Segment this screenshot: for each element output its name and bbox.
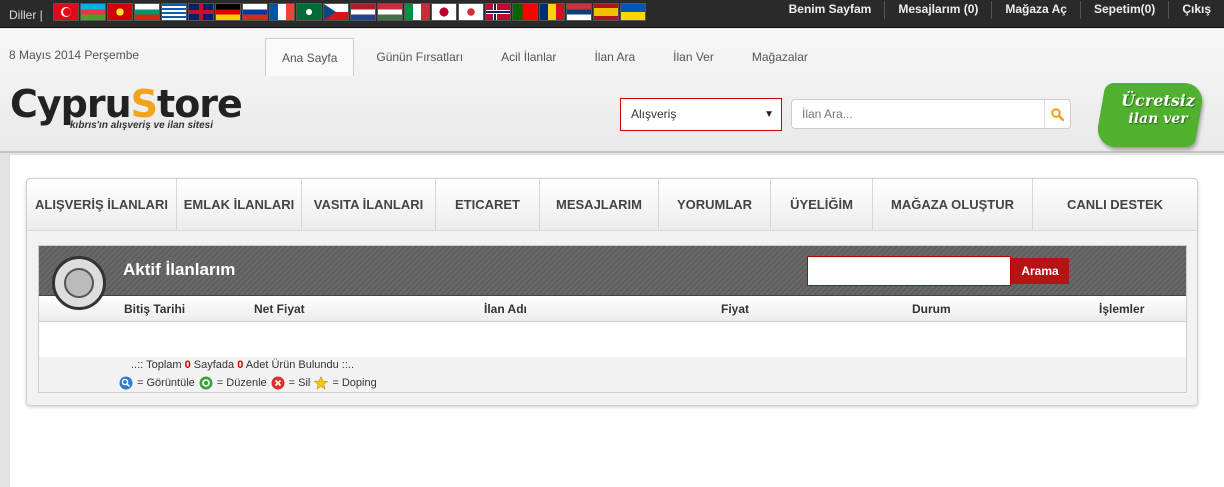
- free-listing-badge[interactable]: Ücretsiz ilan ver: [1094, 75, 1206, 151]
- nav-live-support[interactable]: CANLI DESTEK: [1033, 179, 1197, 231]
- header-tabs: Ana Sayfa Günün Fırsatları Acil İlanlar …: [265, 38, 830, 76]
- flag-cz-icon[interactable]: [323, 3, 349, 21]
- cart-link[interactable]: Sepetim(0): [1079, 1, 1168, 19]
- listing-footer: ..:: Toplam 0 Sayfada 0 Adet Ürün Bulund…: [39, 357, 1186, 392]
- flag-no-icon[interactable]: [485, 3, 511, 21]
- search-icon: [1051, 107, 1064, 121]
- flag-mk-icon[interactable]: [107, 3, 133, 21]
- flag-jp-icon[interactable]: [431, 3, 457, 21]
- messages-link[interactable]: Mesajlarım (0): [884, 1, 991, 19]
- header: 8 Mayıs 2014 Perşembe Ana Sayfa Günün Fı…: [0, 29, 1224, 153]
- legend-delete: = Sil: [288, 377, 311, 389]
- table-header: Bitiş Tarihi Net Fiyat İlan Adı Fiyat Du…: [39, 296, 1186, 322]
- badge-line1: Ücretsiz: [1121, 91, 1195, 110]
- nav-messages[interactable]: MESAJLARIM: [540, 179, 659, 231]
- logout-link[interactable]: Çıkış: [1168, 1, 1224, 19]
- flag-bg-icon[interactable]: [134, 3, 160, 21]
- top-nav: Benim Sayfam Mesajlarım (0) Mağaza Aç Se…: [776, 0, 1224, 28]
- tab-home[interactable]: Ana Sayfa: [265, 38, 355, 76]
- delete-icon: [271, 376, 285, 390]
- flag-pt-icon[interactable]: [512, 3, 538, 21]
- chevron-down-icon: ▼: [764, 109, 774, 120]
- flag-it-icon[interactable]: [404, 3, 430, 21]
- legend-view: = Görüntüle: [137, 377, 195, 389]
- flag-ro-icon[interactable]: [539, 3, 565, 21]
- flag-gb-icon[interactable]: [188, 3, 214, 21]
- main-nav: ALIŞVERİŞ İLANLARI EMLAK İLANLARI VASITA…: [27, 179, 1197, 231]
- active-listings-box: Aktif İlanlarım Arama Bitiş Tarihi Net F…: [38, 245, 1187, 393]
- flag-nl-icon[interactable]: [350, 3, 376, 21]
- legend-doping: = Doping: [332, 377, 377, 389]
- col-listing-name[interactable]: İlan Adı: [484, 302, 527, 316]
- nav-create-store[interactable]: MAĞAZA OLUŞTUR: [873, 179, 1033, 231]
- nav-reviews[interactable]: YORUMLAR: [659, 179, 771, 231]
- tab-urgent-listings[interactable]: Acil İlanlar: [485, 38, 572, 76]
- table-empty-row: [39, 323, 1186, 357]
- site-logo[interactable]: CypruStore kıbrıs'ın alışveriş ve ilan s…: [10, 85, 250, 137]
- flag-ru-icon[interactable]: [242, 3, 268, 21]
- nav-vehicle-listings[interactable]: VASITA İLANLARI: [302, 179, 436, 231]
- flag-hu-icon[interactable]: [377, 3, 403, 21]
- languages-label: Diller |: [9, 8, 43, 22]
- category-select-value: Alışveriş: [631, 107, 677, 121]
- tab-stores[interactable]: Mağazalar: [736, 38, 824, 76]
- doping-star-icon: [314, 376, 329, 390]
- category-select[interactable]: Alışveriş ▼: [620, 98, 782, 131]
- edit-icon: [199, 376, 213, 390]
- tab-daily-deals[interactable]: Günün Fırsatları: [360, 38, 479, 76]
- flag-tr-icon[interactable]: [53, 3, 79, 21]
- language-flags: [53, 3, 646, 21]
- listing-title: Aktif İlanlarım: [123, 260, 236, 279]
- flag-gr-icon[interactable]: [161, 3, 187, 21]
- action-legend: = Görüntüle = Düzenle = Sil = Doping: [119, 376, 377, 390]
- logo-wordmark: CypruStore: [10, 82, 243, 126]
- top-bar: Diller | Benim Sayfam Mesajlarım (0) Mağ…: [0, 0, 1224, 28]
- col-price[interactable]: Fiyat: [721, 302, 749, 316]
- flag-es-icon[interactable]: [593, 3, 619, 21]
- flag-sa-icon[interactable]: [296, 3, 322, 21]
- flag-de-icon[interactable]: [215, 3, 241, 21]
- logo-tagline: kıbrıs'ın alışveriş ve ilan sitesi: [70, 120, 214, 131]
- flag-kr-icon[interactable]: [458, 3, 484, 21]
- badge-line2: ilan ver: [1128, 111, 1188, 127]
- nav-real-estate-listings[interactable]: EMLAK İLANLARI: [177, 179, 302, 231]
- flag-fr-icon[interactable]: [269, 3, 295, 21]
- view-icon: [119, 376, 133, 390]
- nav-shopping-listings[interactable]: ALIŞVERİŞ İLANLARI: [27, 179, 177, 231]
- camera-aperture-icon: [52, 256, 106, 310]
- listing-search-input[interactable]: [807, 256, 1011, 286]
- open-store-link[interactable]: Mağaza Aç: [991, 1, 1080, 19]
- listing-search-button[interactable]: Arama: [1011, 258, 1069, 284]
- col-end-date[interactable]: Bitiş Tarihi: [124, 302, 185, 316]
- current-date: 8 Mayıs 2014 Perşembe: [9, 48, 140, 62]
- col-status[interactable]: Durum: [912, 302, 951, 316]
- flag-ua-icon[interactable]: [620, 3, 646, 21]
- my-page-link[interactable]: Benim Sayfam: [776, 1, 885, 19]
- content-area: ALIŞVERİŞ İLANLARI EMLAK İLANLARI VASITA…: [9, 155, 1224, 487]
- search-input[interactable]: [792, 100, 1032, 128]
- result-summary: ..:: Toplam 0 Sayfada 0 Adet Ürün Bulund…: [131, 359, 355, 371]
- tab-search-listing[interactable]: İlan Ara: [578, 38, 651, 76]
- main-panel: ALIŞVERİŞ İLANLARI EMLAK İLANLARI VASITA…: [26, 178, 1198, 406]
- legend-edit: = Düzenle: [216, 377, 267, 389]
- flag-rs-icon[interactable]: [566, 3, 592, 21]
- tab-post-listing[interactable]: İlan Ver: [657, 38, 730, 76]
- search-button[interactable]: [1044, 100, 1070, 128]
- nav-membership[interactable]: ÜYELİĞİM: [771, 179, 873, 231]
- col-net-price[interactable]: Net Fiyat: [254, 302, 305, 316]
- col-actions: İşlemler: [1099, 302, 1145, 316]
- listing-header: Aktif İlanlarım Arama: [39, 246, 1186, 296]
- nav-ecommerce[interactable]: ETICARET: [436, 179, 540, 231]
- search-box: [791, 99, 1071, 129]
- flag-az-icon[interactable]: [80, 3, 106, 21]
